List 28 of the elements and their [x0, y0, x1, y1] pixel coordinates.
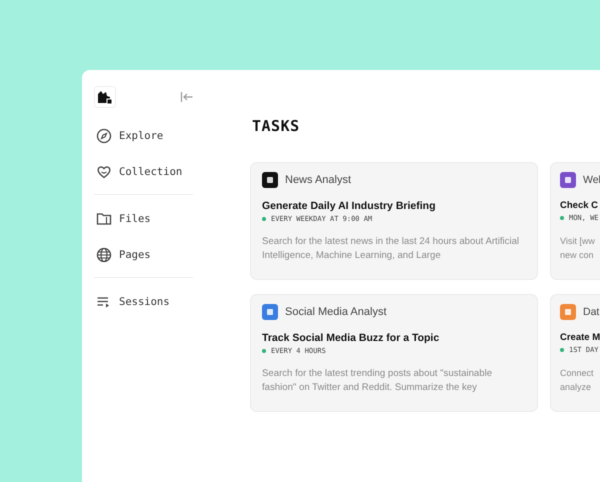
task-title: Generate Daily AI Industry Briefing — [262, 200, 436, 212]
nav-item[interactable]: Files — [96, 211, 208, 227]
globe-icon — [96, 247, 112, 263]
agent-name: News Analyst — [285, 174, 352, 186]
task-description: Search for the latest trending posts about "sustainable fashion" on Twitter and Reddit. Summarize the key — [262, 367, 494, 395]
task-description: Connect analyze — [560, 367, 595, 394]
page-title: TASKS — [252, 117, 301, 135]
agent-name: Dat — [583, 306, 600, 318]
collapse-icon[interactable] — [180, 91, 194, 103]
task-title: Track Social Media Buzz for a Topic — [262, 332, 440, 344]
nav-item[interactable]: Explore — [96, 128, 208, 144]
nav-item[interactable]: Sessions — [96, 294, 208, 310]
status-dot — [560, 216, 564, 220]
nav-item[interactable]: Collection — [96, 164, 208, 180]
agent-name: Wel — [583, 174, 600, 186]
folder-icon — [96, 211, 112, 227]
nav-item[interactable]: Pages — [96, 247, 208, 263]
status-dot — [262, 217, 266, 221]
task-title: Create M — [560, 332, 600, 343]
heart-icon — [96, 164, 112, 180]
status-dot — [560, 348, 564, 352]
compass-icon — [96, 128, 112, 144]
logo-icon[interactable] — [94, 86, 116, 108]
agent-name: Social Media Analyst — [285, 306, 386, 318]
task-description: Visit [ww new con — [560, 235, 596, 262]
task-title: Check C — [560, 200, 600, 211]
status-dot — [262, 349, 266, 353]
task-description: Search for the latest news in the last 24 hours about Artificial Intelligence, Machine Learning, and Large — [262, 235, 520, 263]
